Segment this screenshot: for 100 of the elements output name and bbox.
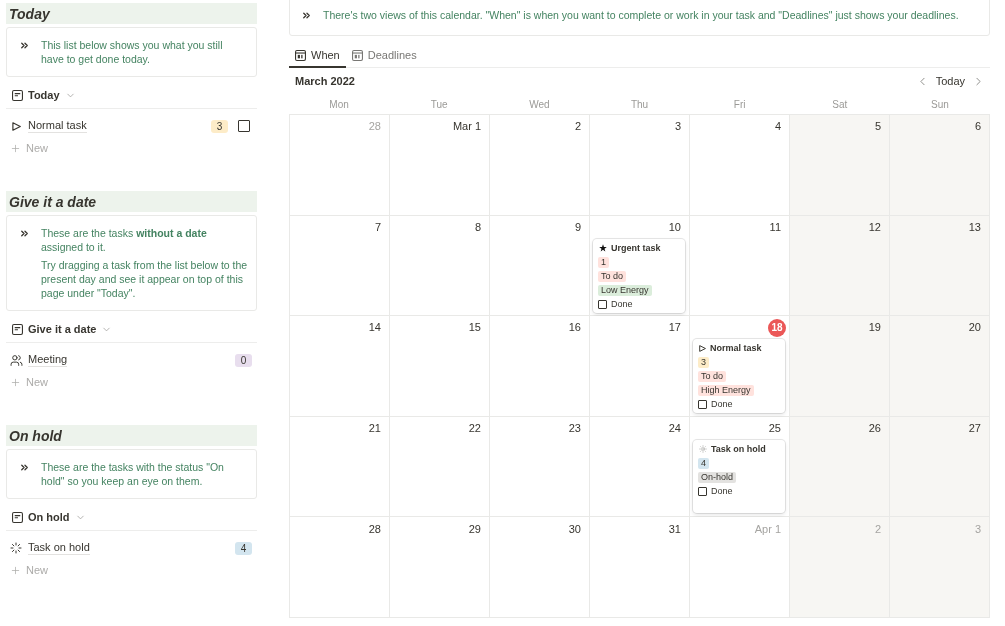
- day-number: 11: [769, 219, 781, 235]
- calendar-icon: [351, 49, 363, 61]
- view-dropdown[interactable]: On hold: [6, 509, 86, 526]
- tag: High Energy: [698, 385, 754, 397]
- tag: To do: [698, 371, 727, 383]
- task-card[interactable]: Task on hold 4 On-hold Done: [693, 439, 785, 513]
- day-number: 26: [868, 421, 881, 437]
- day-number: 25: [768, 421, 781, 437]
- day-number: 30: [568, 521, 581, 537]
- day-number: 8: [474, 219, 481, 235]
- view-tab[interactable]: Deadlines: [345, 44, 423, 68]
- callout-text: These are the tasks with the status "On hold" so you keep an eye on them.: [41, 460, 225, 488]
- day-number: 3: [974, 521, 981, 537]
- checkbox-label: Done: [711, 485, 733, 497]
- today-button[interactable]: Today: [933, 72, 967, 90]
- calendar-icon: [295, 49, 306, 61]
- weekday-label: Thu: [630, 97, 649, 112]
- day-number: 2: [574, 119, 581, 135]
- month-title: March 2022: [295, 73, 355, 89]
- list-view-icon: [12, 324, 23, 335]
- plus-icon: [10, 564, 21, 576]
- day-number: 17: [668, 320, 681, 336]
- day-number: 28: [368, 521, 381, 537]
- list-view-icon: [12, 90, 23, 101]
- day-number: 12: [868, 219, 881, 235]
- day-number: 16: [568, 320, 581, 336]
- view-dropdown[interactable]: Give it a date: [6, 321, 113, 338]
- day-number: Mar 1: [452, 119, 481, 135]
- weekday-label: Fri: [733, 97, 746, 112]
- star-icon: [599, 243, 607, 252]
- callout-text: These are the tasks without a date assigned to it.: [41, 226, 208, 254]
- checkbox[interactable]: [698, 400, 707, 410]
- tag: On-hold: [698, 471, 737, 483]
- list-view-icon: [12, 512, 23, 523]
- day-number: 7: [374, 219, 381, 235]
- weekday-label: Sun: [931, 97, 949, 112]
- weekday-label: Wed: [529, 97, 550, 112]
- section-heading: On hold: [6, 425, 257, 446]
- count-tag: 0: [235, 353, 252, 367]
- day-number: 20: [968, 320, 981, 336]
- triangle-icon: [11, 121, 21, 131]
- weekday-label: Sat: [832, 97, 848, 112]
- checkbox-label: Done: [711, 399, 733, 411]
- tag: To do: [598, 270, 627, 282]
- triangle-icon: [699, 344, 706, 352]
- sun-icon: [699, 444, 707, 453]
- day-number: 3: [674, 119, 681, 135]
- task-link[interactable]: Task on hold: [28, 541, 90, 555]
- plus-icon: [10, 142, 21, 154]
- day-number: 15: [468, 320, 481, 336]
- tag: 4: [698, 457, 709, 469]
- plus-icon: [10, 376, 21, 388]
- people-icon: [9, 353, 23, 367]
- today-date: 18: [768, 318, 786, 337]
- day-number: 10: [668, 219, 681, 235]
- view-dropdown[interactable]: Today: [6, 87, 76, 104]
- callout-text: This list below shows you what you still have to get done today.: [41, 38, 224, 66]
- checkbox[interactable]: [238, 120, 250, 132]
- weekday-label: Mon: [329, 97, 349, 112]
- day-number: 4: [774, 119, 781, 135]
- day-number: 19: [868, 320, 881, 336]
- task-link[interactable]: Normal task: [28, 119, 87, 133]
- double-chevron-icon: [19, 40, 30, 51]
- weekday-label: Tue: [430, 97, 448, 112]
- day-number: 29: [468, 521, 481, 537]
- day-number: Apr 1: [754, 521, 781, 537]
- day-number: 21: [368, 421, 381, 437]
- task-card[interactable]: Urgent task 1 To do Low Energy Done: [593, 238, 685, 313]
- checkbox[interactable]: [698, 486, 707, 496]
- task-link[interactable]: Meeting: [28, 353, 68, 367]
- double-chevron-icon: [19, 228, 30, 239]
- callout-text: There's two views of this calendar. "When" is when you want to complete or work in your task and "Deadlines" just shows your deadlines.: [323, 8, 959, 22]
- card-title: Urgent task: [611, 241, 661, 254]
- day-number: 27: [968, 421, 981, 437]
- section-heading: Today: [6, 3, 257, 24]
- tag: Low Energy: [598, 284, 652, 296]
- checkbox[interactable]: [598, 299, 607, 309]
- day-number: 13: [968, 219, 981, 235]
- day-number: 6: [974, 119, 981, 135]
- day-number: 9: [574, 219, 581, 235]
- day-number: 22: [468, 421, 481, 437]
- section-heading: Give it a date: [6, 191, 257, 212]
- day-number: 28: [368, 119, 381, 135]
- tag: 3: [698, 357, 709, 369]
- double-chevron-icon: [19, 462, 30, 473]
- card-title: Normal task: [710, 342, 762, 355]
- loader-icon: [10, 542, 22, 554]
- day-number: 31: [668, 521, 681, 537]
- count-tag: 3: [211, 119, 228, 133]
- day-number: 5: [874, 119, 881, 135]
- day-number: 24: [668, 421, 681, 437]
- card-title: Task on hold: [711, 442, 766, 455]
- view-tab[interactable]: When: [289, 44, 346, 68]
- task-card[interactable]: Normal task 3 To do High Energy Done: [693, 339, 785, 414]
- checkbox-label: Done: [611, 298, 633, 310]
- day-number: 14: [368, 320, 381, 336]
- tag: 1: [598, 256, 609, 268]
- day-number: 2: [874, 521, 881, 537]
- callout-text: Try dragging a task from the list below to the present day and see it appear on top of this page under "Today".: [41, 258, 248, 300]
- count-tag: 4: [235, 541, 252, 555]
